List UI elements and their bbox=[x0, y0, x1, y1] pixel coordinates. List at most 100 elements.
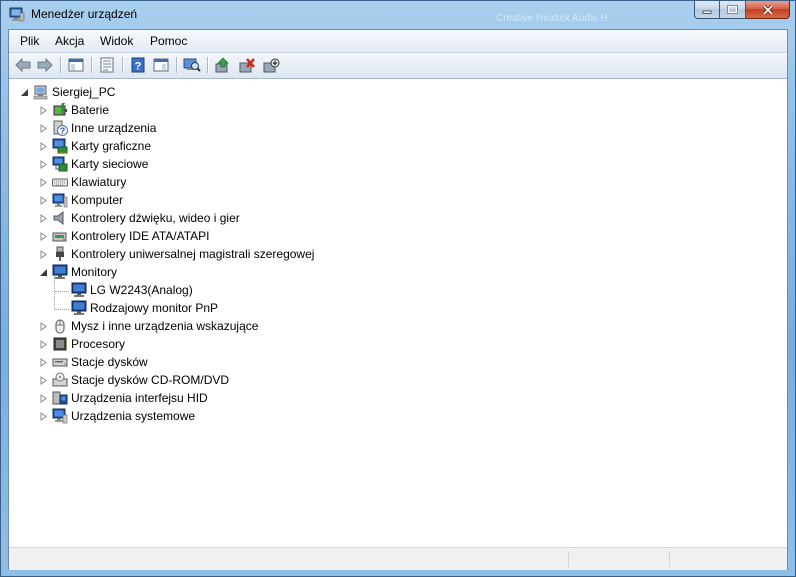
tree-item-battery[interactable]: Baterie bbox=[38, 101, 109, 119]
title-bar[interactable]: Menedżer urządzeń Creative Realtek Audio… bbox=[1, 1, 795, 28]
tree-item-label: Karty graficzne bbox=[71, 139, 152, 153]
collapse-arrow-icon[interactable] bbox=[38, 267, 48, 277]
minimize-button[interactable] bbox=[694, 1, 720, 19]
tree-item-system-device[interactable]: Urządzenia systemowe bbox=[38, 407, 195, 425]
properties-button[interactable] bbox=[97, 56, 117, 74]
tree-item-usb[interactable]: Kontrolery uniwersalnej magistrali szere… bbox=[38, 245, 314, 263]
hid-icon bbox=[52, 390, 68, 406]
menu-widok[interactable]: Widok bbox=[100, 34, 133, 48]
expand-arrow-icon[interactable] bbox=[38, 141, 48, 151]
monitor-icon bbox=[71, 300, 87, 316]
expand-arrow-icon[interactable] bbox=[38, 159, 48, 169]
uninstall-button[interactable] bbox=[237, 56, 257, 74]
disable-device-icon bbox=[263, 58, 280, 73]
window-title: Menedżer urządzeń bbox=[31, 7, 138, 21]
display-adapter-icon bbox=[52, 138, 68, 154]
collapse-arrow-icon[interactable] bbox=[19, 87, 29, 97]
status-bar bbox=[9, 547, 787, 570]
help-button[interactable]: ? bbox=[128, 56, 148, 74]
tree-item-disk-drive[interactable]: Stacje dysków bbox=[38, 353, 148, 371]
tree-item-label: Inne urządzenia bbox=[71, 121, 157, 135]
menu-plik[interactable]: Plik bbox=[20, 34, 39, 48]
caption-buttons bbox=[694, 1, 790, 20]
expand-arrow-icon[interactable] bbox=[38, 177, 48, 187]
expand-arrow-icon[interactable] bbox=[38, 123, 48, 133]
scan-hardware-button[interactable] bbox=[182, 56, 202, 74]
expand-arrow-icon[interactable] bbox=[38, 411, 48, 421]
maximize-icon bbox=[727, 5, 738, 14]
expand-arrow-icon[interactable] bbox=[38, 321, 48, 331]
tree-item-label: Mysz i inne urządzenia wskazujące bbox=[71, 319, 259, 333]
menu-akcja[interactable]: Akcja bbox=[55, 34, 84, 48]
close-icon bbox=[762, 4, 773, 15]
expand-arrow-icon[interactable] bbox=[38, 195, 48, 205]
expand-arrow-icon[interactable] bbox=[38, 231, 48, 241]
svg-text:?: ? bbox=[60, 126, 66, 136]
menu-bar: Plik Akcja Widok Pomoc bbox=[9, 30, 787, 53]
keyboard-icon bbox=[52, 174, 68, 190]
tree-item-label: Urządzenia interfejsu HID bbox=[71, 391, 208, 405]
status-cell bbox=[669, 551, 787, 567]
tree-item-unknown-device[interactable]: ? Inne urządzenia bbox=[38, 119, 156, 137]
toolbar: ? bbox=[9, 53, 787, 79]
expand-arrow-icon[interactable] bbox=[38, 213, 48, 223]
unknown-device-icon: ? bbox=[52, 120, 68, 136]
tree-item-root[interactable]: Siergiej_PC bbox=[19, 83, 115, 101]
network-adapter-icon bbox=[52, 156, 68, 172]
battery-icon bbox=[52, 102, 68, 118]
tree-item-processor[interactable]: Procesory bbox=[38, 335, 125, 353]
tree-item-label: Kontrolery dźwięku, wideo i gier bbox=[71, 211, 240, 225]
device-tree: Siergiej_PC Baterie? Inne urządzenia Karty … bbox=[9, 80, 787, 547]
toolbar-separator bbox=[207, 57, 209, 73]
update-driver-button[interactable] bbox=[213, 56, 233, 74]
tree-item-ide-controller[interactable]: Kontrolery IDE ATA/ATAPI bbox=[38, 227, 210, 245]
system-device-icon bbox=[52, 408, 68, 424]
tree-item-cdrom[interactable]: Stacje dysków CD-ROM/DVD bbox=[38, 371, 229, 389]
forward-button[interactable] bbox=[35, 56, 55, 74]
tree-item-network-adapter[interactable]: Karty sieciowe bbox=[38, 155, 148, 173]
expand-arrow-icon[interactable] bbox=[38, 357, 48, 367]
toolbar-separator bbox=[91, 57, 93, 73]
close-button[interactable] bbox=[746, 1, 790, 19]
mouse-icon bbox=[52, 318, 68, 334]
expand-arrow-icon[interactable] bbox=[38, 105, 48, 115]
svg-text:?: ? bbox=[135, 61, 142, 73]
tree-item-label: Monitory bbox=[71, 265, 118, 279]
tree-item-label: Stacje dysków bbox=[71, 355, 148, 369]
ide-controller-icon bbox=[52, 228, 68, 244]
expand-arrow-icon[interactable] bbox=[38, 249, 48, 259]
tree-item-hid[interactable]: Urządzenia interfejsu HID bbox=[38, 389, 208, 407]
computer-root-icon bbox=[33, 84, 49, 100]
expand-arrow-icon[interactable] bbox=[38, 375, 48, 385]
toolbar-separator bbox=[176, 57, 178, 73]
device-manager-app-icon bbox=[9, 7, 25, 22]
tree-item-mouse[interactable]: Mysz i inne urządzenia wskazujące bbox=[38, 317, 258, 335]
back-arrow-icon bbox=[15, 58, 31, 72]
background-window-title: Creative Realtek Audio H bbox=[496, 13, 608, 24]
expand-arrow-icon[interactable] bbox=[38, 339, 48, 349]
show-hide-action-pane-button[interactable] bbox=[151, 56, 171, 74]
expand-arrow-icon[interactable] bbox=[38, 393, 48, 403]
disk-drive-icon bbox=[52, 354, 68, 370]
tree-item-keyboard[interactable]: Klawiatury bbox=[38, 173, 126, 191]
toolbar-separator bbox=[122, 57, 124, 73]
monitor-icon bbox=[71, 282, 87, 298]
back-button[interactable] bbox=[13, 56, 33, 74]
tree-item-speaker[interactable]: Kontrolery dźwięku, wideo i gier bbox=[38, 209, 240, 227]
status-cell bbox=[568, 551, 669, 567]
tree-item-monitor-child-1[interactable]: Rodzajowy monitor PnP bbox=[57, 299, 218, 317]
disable-device-button[interactable] bbox=[261, 56, 281, 74]
menu-pomoc[interactable]: Pomoc bbox=[150, 34, 187, 48]
forward-arrow-icon bbox=[37, 58, 53, 72]
action-pane-icon bbox=[153, 58, 169, 72]
maximize-button[interactable] bbox=[720, 1, 746, 19]
tree-item-monitor-child-0[interactable]: LG W2243(Analog) bbox=[57, 281, 193, 299]
update-driver-icon bbox=[215, 57, 229, 73]
tree-item-display-adapter[interactable]: Karty graficzne bbox=[38, 137, 151, 155]
tree-item-monitor[interactable]: Monitory bbox=[38, 263, 117, 281]
tree-item-computer[interactable]: Komputer bbox=[38, 191, 123, 209]
tree-item-label: Komputer bbox=[71, 193, 124, 207]
device-manager-window: Menedżer urządzeń Creative Realtek Audio… bbox=[0, 0, 796, 577]
show-hide-console-tree-button[interactable] bbox=[66, 56, 86, 74]
